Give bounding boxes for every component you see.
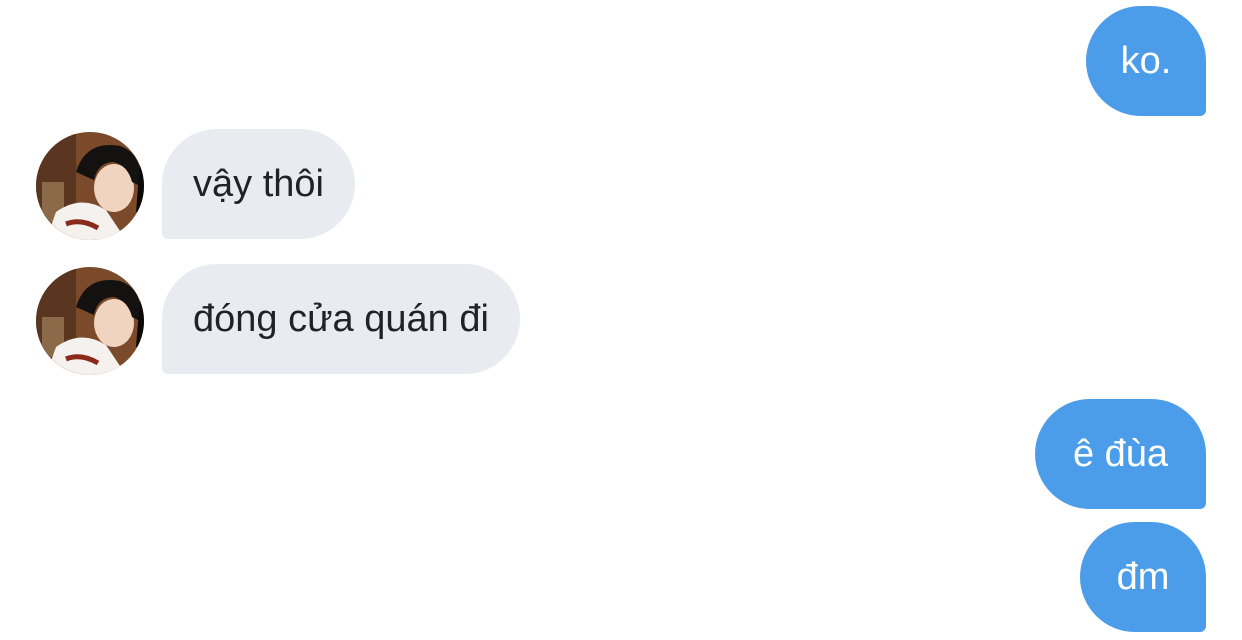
avatar-photo-icon xyxy=(36,267,144,375)
message-text: vậy thôi xyxy=(193,163,324,205)
chat-thread: ko. vậy thôi đóng cửa quán đi ê đùa đm xyxy=(0,0,1242,640)
message-text: ko. xyxy=(1120,40,1172,82)
message-text: đm xyxy=(1116,556,1170,598)
message-text: đóng cửa quán đi xyxy=(193,298,489,340)
contact-avatar[interactable] xyxy=(36,267,144,375)
message-bubble-incoming[interactable]: vậy thôi xyxy=(162,129,355,239)
avatar-photo-icon xyxy=(36,132,144,240)
message-bubble-incoming[interactable]: đóng cửa quán đi xyxy=(162,264,520,374)
message-bubble-outgoing[interactable]: đm xyxy=(1080,522,1206,632)
message-bubble-outgoing[interactable]: ko. xyxy=(1086,6,1206,116)
contact-avatar[interactable] xyxy=(36,132,144,240)
message-text: ê đùa xyxy=(1072,433,1169,475)
message-bubble-outgoing[interactable]: ê đùa xyxy=(1035,399,1206,509)
